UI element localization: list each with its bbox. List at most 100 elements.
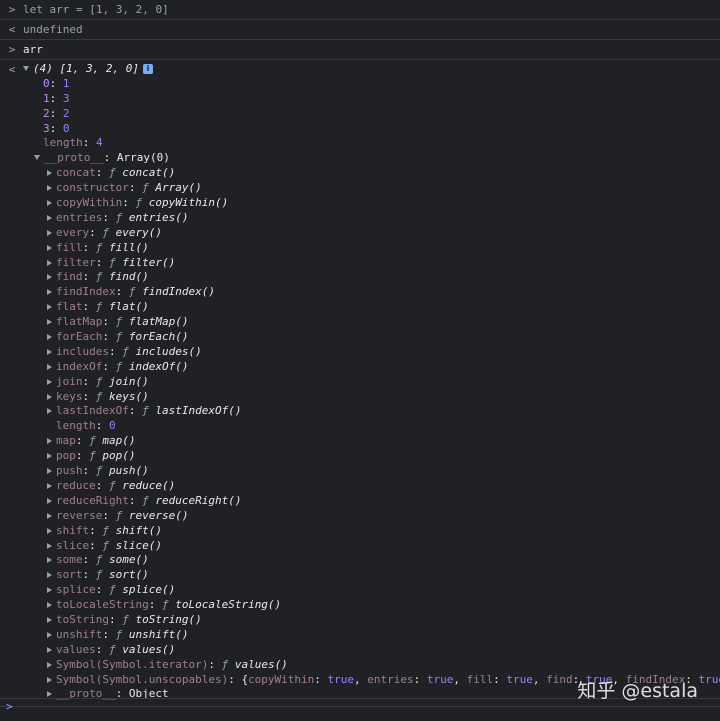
collapse-triangle-icon[interactable] (47, 348, 52, 355)
collapse-triangle-icon[interactable] (47, 468, 52, 475)
collapse-triangle-icon[interactable] (47, 542, 52, 549)
expand-triangle-icon[interactable] (23, 66, 29, 71)
collapse-triangle-icon[interactable] (47, 497, 52, 504)
method-signature: toLocaleString() (175, 598, 282, 612)
method-key: join (56, 374, 83, 388)
array-index: 0 (43, 76, 50, 90)
method-signature: join() (109, 374, 149, 388)
function-icon: ƒ (115, 627, 123, 641)
proto-method-row[interactable]: forEach: ƒ forEach() (47, 330, 720, 345)
method-key: findIndex (56, 285, 116, 299)
collapse-triangle-icon[interactable] (47, 482, 52, 489)
proto-row[interactable]: __proto__: Array(0) (23, 151, 720, 166)
console-input-entry[interactable]: > arr (0, 40, 720, 60)
collapse-triangle-icon[interactable] (47, 408, 52, 415)
proto-method-row[interactable]: values: ƒ values() (47, 643, 720, 658)
proto-method-row[interactable]: shift: ƒ shift() (47, 524, 720, 539)
proto-method-row[interactable]: indexOf: ƒ indexOf() (47, 360, 720, 375)
proto-method-row[interactable]: splice: ƒ splice() (47, 583, 720, 598)
collapse-triangle-icon[interactable] (47, 214, 52, 221)
method-key: find (56, 270, 83, 284)
proto-method-row[interactable]: unshift: ƒ unshift() (47, 628, 720, 643)
collapse-triangle-icon[interactable] (47, 661, 52, 668)
proto-method-row[interactable]: toString: ƒ toString() (47, 613, 720, 628)
collapse-triangle-icon[interactable] (47, 304, 52, 311)
function-icon: ƒ (95, 300, 103, 314)
function-icon: ƒ (109, 642, 116, 656)
array-summary-row[interactable]: (4) [1, 3, 2, 0] i (23, 62, 720, 77)
proto-method-row[interactable]: keys: ƒ keys() (47, 390, 720, 405)
proto-method-row[interactable]: every: ƒ every() (47, 226, 720, 241)
collapse-triangle-icon[interactable] (47, 185, 52, 192)
collapse-triangle-icon[interactable] (47, 453, 52, 460)
collapse-triangle-icon[interactable] (47, 378, 52, 385)
expand-triangle-icon[interactable] (34, 155, 40, 161)
collapse-triangle-icon[interactable] (47, 200, 52, 207)
function-icon: ƒ (115, 359, 123, 373)
method-signature: reduce() (122, 478, 176, 492)
collapse-triangle-icon[interactable] (47, 274, 52, 281)
collapse-triangle-icon[interactable] (47, 631, 52, 638)
collapse-triangle-icon[interactable] (47, 393, 52, 400)
length-value: 4 (96, 136, 103, 150)
collapse-triangle-icon[interactable] (47, 289, 52, 296)
collapse-triangle-icon[interactable] (47, 587, 52, 594)
proto-method-row[interactable]: copyWithin: ƒ copyWithin() (47, 196, 720, 211)
proto-method-row[interactable]: sort: ƒ sort() (47, 568, 720, 583)
collapse-triangle-icon[interactable] (47, 646, 52, 653)
collapse-triangle-icon[interactable] (47, 229, 52, 236)
collapse-triangle-icon[interactable] (47, 244, 52, 251)
collapse-triangle-icon[interactable] (47, 527, 52, 534)
collapse-triangle-icon[interactable] (47, 363, 52, 370)
proto-method-row[interactable]: fill: ƒ fill() (47, 241, 720, 256)
collapse-triangle-icon[interactable] (47, 438, 52, 445)
collapse-triangle-icon[interactable] (47, 602, 52, 609)
proto-method-row[interactable]: Symbol(Symbol.iterator): ƒ values() (47, 658, 720, 673)
method-signature: push() (109, 464, 149, 478)
method-signature: sort() (109, 568, 149, 582)
collapse-triangle-icon[interactable] (47, 616, 52, 623)
proto-method-row[interactable]: map: ƒ map() (47, 434, 720, 449)
method-signature: forEach() (128, 330, 189, 344)
proto-method-row[interactable]: some: ƒ some() (47, 553, 720, 568)
devtools-console: > let arr = [1, 3, 2, 0] < undefined > a… (0, 0, 720, 721)
proto-method-row[interactable]: toLocaleString: ƒ toLocaleString() (47, 598, 720, 613)
collapse-triangle-icon[interactable] (47, 319, 52, 326)
collapse-triangle-icon[interactable] (47, 170, 52, 177)
proto-method-row[interactable]: reverse: ƒ reverse() (47, 509, 720, 524)
collapse-triangle-icon[interactable] (47, 512, 52, 519)
function-icon: ƒ (102, 225, 109, 239)
collapse-triangle-icon[interactable] (47, 572, 52, 579)
proto-method-row[interactable]: reduce: ƒ reduce() (47, 479, 720, 494)
proto-method-row[interactable]: lastIndexOf: ƒ lastIndexOf() (47, 404, 720, 419)
console-input-entry[interactable]: > let arr = [1, 3, 2, 0] (0, 0, 720, 20)
method-signature: shift() (115, 523, 162, 537)
collapse-triangle-icon[interactable] (47, 557, 52, 564)
proto-method-row[interactable]: constructor: ƒ Array() (47, 181, 720, 196)
proto-method-row[interactable]: filter: ƒ filter() (47, 256, 720, 271)
proto-method-row[interactable]: entries: ƒ entries() (47, 211, 720, 226)
proto-method-row[interactable]: flatMap: ƒ flatMap() (47, 315, 720, 330)
method-key: shift (56, 523, 90, 537)
unscopable-key: find (546, 672, 573, 686)
console-input-prompt-icon[interactable]: > (6, 700, 13, 713)
proto-method-row[interactable]: pop: ƒ pop() (47, 449, 720, 464)
info-icon[interactable]: i (142, 64, 153, 74)
proto-method-row[interactable]: findIndex: ƒ findIndex() (47, 285, 720, 300)
proto-method-row[interactable]: flat: ƒ flat() (47, 300, 720, 315)
method-signature: concat() (122, 166, 176, 180)
proto-method-row[interactable]: push: ƒ push() (47, 464, 720, 479)
method-key: every (56, 225, 90, 239)
collapse-triangle-icon[interactable] (47, 691, 52, 698)
collapse-triangle-icon[interactable] (47, 676, 52, 683)
collapse-triangle-icon[interactable] (47, 259, 52, 266)
proto-method-row[interactable]: includes: ƒ includes() (47, 345, 720, 360)
proto-method-row[interactable]: reduceRight: ƒ reduceRight() (47, 494, 720, 509)
proto-method-row[interactable]: join: ƒ join() (47, 375, 720, 390)
method-signature: fill() (109, 240, 149, 254)
proto-method-row[interactable]: find: ƒ find() (47, 270, 720, 285)
proto-method-row[interactable]: slice: ƒ slice() (47, 539, 720, 554)
function-icon: ƒ (115, 315, 123, 329)
collapse-triangle-icon[interactable] (47, 334, 52, 341)
proto-method-row[interactable]: concat: ƒ concat() (47, 166, 720, 181)
